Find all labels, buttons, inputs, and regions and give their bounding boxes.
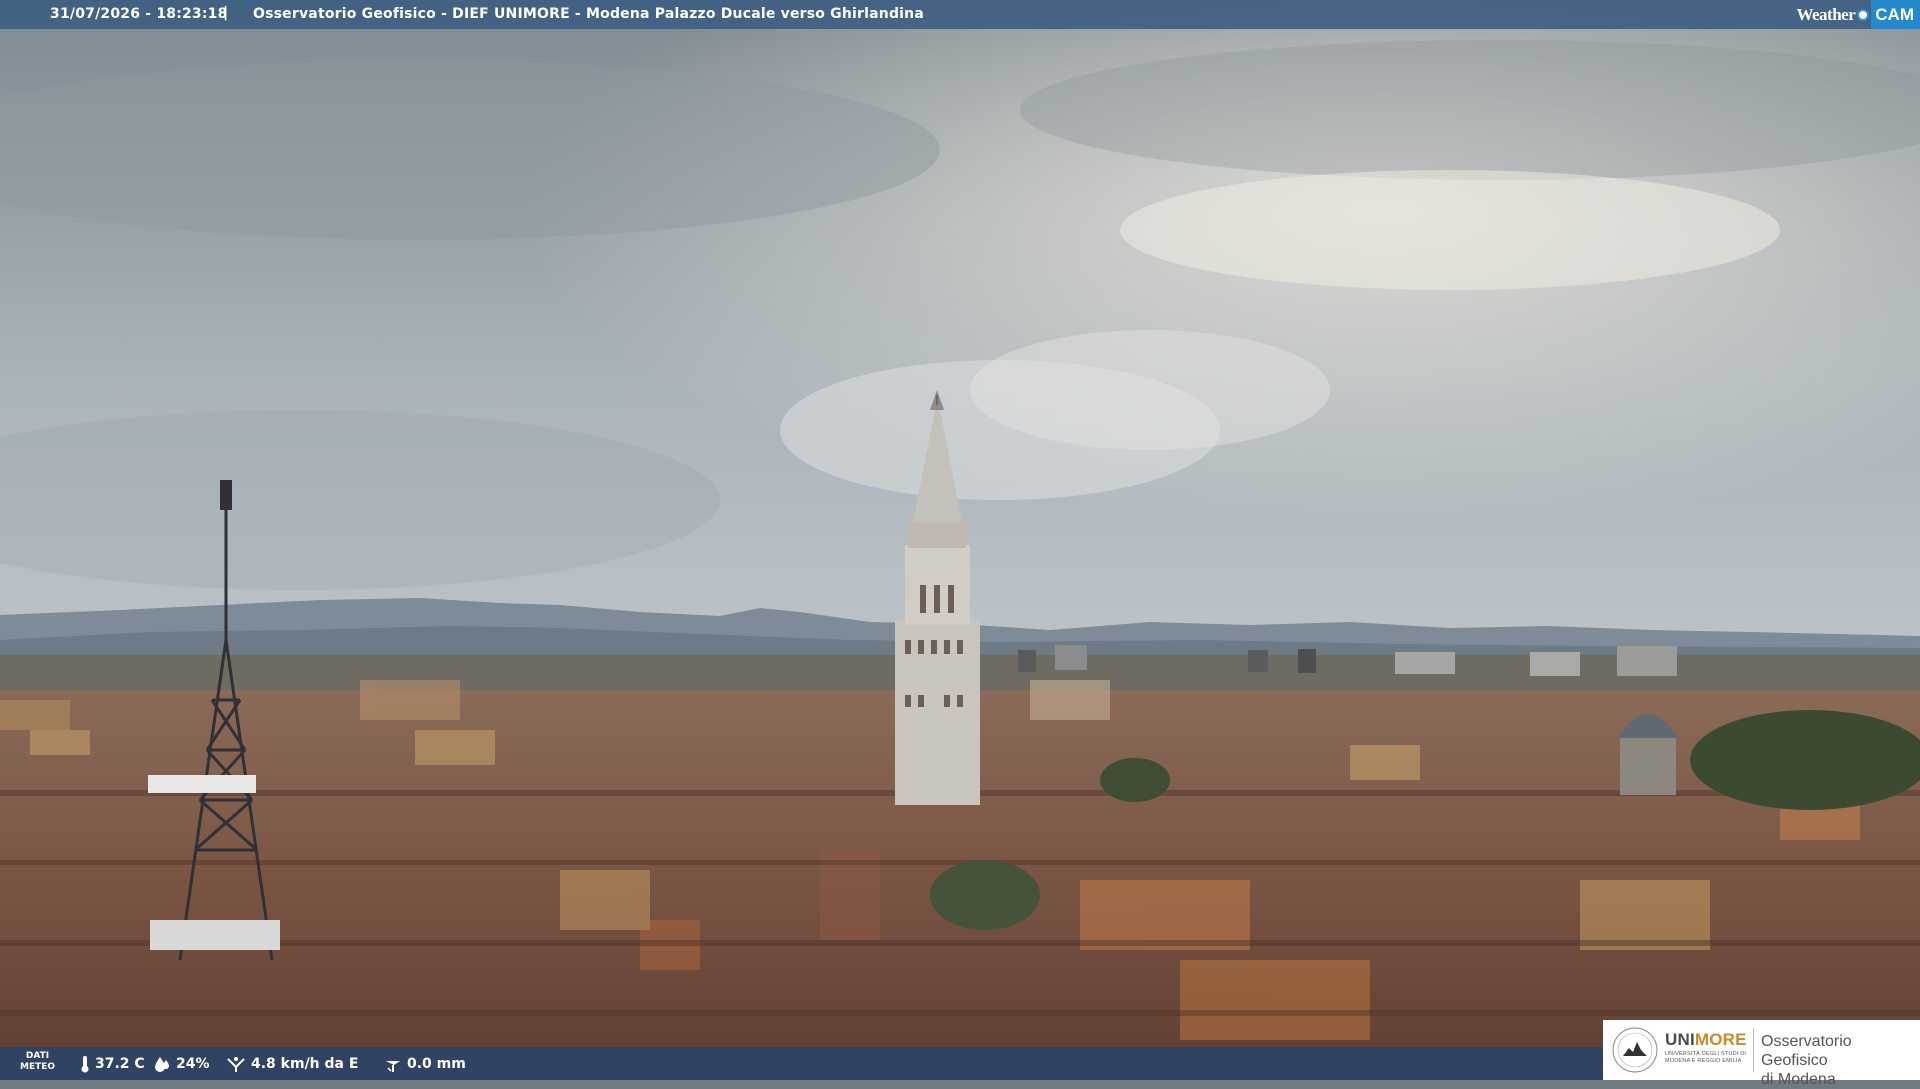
- observatory-line1: Osservatorio Geofisico: [1761, 1033, 1852, 1069]
- timestamp: 31/07/2026 - 18:23:18: [50, 6, 228, 22]
- camera-location: Osservatorio Geofisico - DIEF UNIMORE - …: [253, 6, 924, 22]
- brand-cam-text: CAM: [1871, 0, 1920, 29]
- university-seal-icon: [1612, 1027, 1658, 1073]
- temperature-value: 37.2 C: [95, 1056, 145, 1072]
- weather-label-line1: DATI: [25, 1051, 50, 1061]
- rain-readout: 0.0 mm: [384, 1055, 466, 1073]
- logo-divider: [1753, 1028, 1754, 1072]
- weather-label-line2: METEO: [20, 1062, 56, 1072]
- thermometer-icon: [81, 1056, 89, 1073]
- unimore-wordmark: UNIMORE: [1665, 1030, 1747, 1050]
- rain-gauge-icon: [386, 1061, 400, 1072]
- observatory-name: Osservatorio Geofisico di Modena: [1761, 1032, 1920, 1089]
- unimore-wordmark-part2: MORE: [1694, 1030, 1747, 1049]
- weather-data-label: DATI METEO: [20, 1051, 55, 1073]
- unimore-subtitle-line2: MODENA E REGGIO EMILIA: [1665, 1058, 1742, 1064]
- webcam-scene: [0, 0, 1920, 1080]
- unimore-logo-panel: UNIMORE UNIVERSITÀ DEGLI STUDI DI MODENA…: [1603, 1020, 1920, 1088]
- caption-separator: |: [223, 5, 229, 21]
- humidity-value: 24%: [176, 1056, 210, 1072]
- humidity-drop-icon: [155, 1057, 169, 1072]
- wind-readout: 4.8 km/h da E: [226, 1055, 358, 1073]
- rain-value: 0.0 mm: [407, 1056, 466, 1072]
- brand-weather-text: Weather: [1796, 4, 1856, 24]
- humidity-readout: 24%: [153, 1055, 210, 1073]
- top-caption-bar: 31/07/2026 - 18:23:18 | Osservatorio Geo…: [0, 0, 1920, 29]
- temperature-readout: 37.2 C: [80, 1055, 145, 1073]
- wind-value: 4.8 km/h da E: [251, 1056, 359, 1072]
- unimore-wordmark-part1: UNI: [1665, 1030, 1695, 1049]
- wind-icon: [227, 1057, 245, 1072]
- unimore-subtitle-line1: UNIVERSITÀ DEGLI STUDI DI: [1665, 1051, 1747, 1057]
- weathercam-logo: Weather CAM: [1796, 0, 1920, 29]
- brand-dot-icon: [1857, 8, 1870, 21]
- unimore-subtitle: UNIVERSITÀ DEGLI STUDI DI MODENA E REGGI…: [1665, 1051, 1757, 1065]
